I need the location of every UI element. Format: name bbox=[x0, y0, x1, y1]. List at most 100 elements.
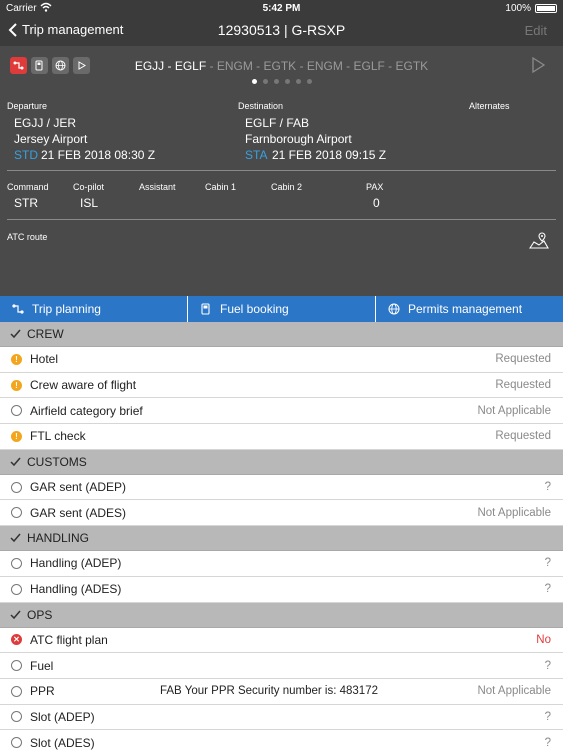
item-label: Handling (ADEP) bbox=[30, 556, 122, 571]
empty-circle-icon bbox=[11, 583, 22, 595]
item-label: Handling (ADES) bbox=[30, 582, 122, 597]
empty-circle-icon bbox=[11, 557, 22, 569]
pax-label: PAX bbox=[366, 182, 384, 192]
next-leg-icon[interactable] bbox=[531, 57, 545, 73]
item-label: GAR sent (ADEP) bbox=[30, 480, 127, 495]
section-title: CUSTOMS bbox=[27, 454, 87, 469]
departure-label: Departure bbox=[7, 101, 48, 111]
item-status: Not Applicable bbox=[477, 685, 551, 698]
page-dot bbox=[262, 79, 268, 84]
tab-label: Fuel booking bbox=[220, 302, 289, 316]
list-item[interactable]: Handling (ADES) ? bbox=[0, 576, 563, 603]
battery-icon bbox=[535, 4, 557, 13]
tab-label: Permits management bbox=[408, 302, 523, 316]
command-label: Command bbox=[7, 182, 49, 192]
trip-header: EGJJ - EGLF - ENGM - EGTK - ENGM - EGLF … bbox=[0, 46, 563, 296]
list-item[interactable]: Airfield category brief Not Applicable bbox=[0, 398, 563, 425]
item-note: FAB Your PPR Security number is: 483172 bbox=[160, 685, 378, 698]
sta-label: STA bbox=[245, 148, 268, 162]
warning-icon: ! bbox=[11, 430, 22, 442]
list-item[interactable]: ✕ ATC flight plan No bbox=[0, 627, 563, 654]
page-indicator[interactable] bbox=[0, 79, 563, 84]
destination-codes: EGLF / FAB bbox=[245, 116, 310, 130]
tab-label: Trip planning bbox=[32, 302, 101, 316]
list-item[interactable]: PPR FAB Your PPR Security number is: 483… bbox=[0, 678, 563, 705]
item-label: FTL check bbox=[30, 429, 86, 444]
empty-circle-icon bbox=[11, 685, 22, 697]
item-label: PPR bbox=[30, 684, 55, 699]
empty-circle-icon bbox=[11, 507, 22, 519]
section-header-handling[interactable]: HANDLING bbox=[0, 526, 563, 552]
page-title: 12930513 | G-RSXP bbox=[217, 22, 346, 38]
item-status: ? bbox=[544, 583, 551, 596]
page-dot bbox=[273, 79, 279, 84]
item-label: Slot (ADEP) bbox=[30, 709, 95, 724]
list-item[interactable]: Fuel ? bbox=[0, 653, 563, 679]
section-header-customs[interactable]: CUSTOMS bbox=[0, 449, 563, 475]
empty-circle-icon bbox=[11, 405, 22, 417]
divider bbox=[7, 219, 556, 220]
empty-circle-icon bbox=[11, 660, 22, 672]
warning-icon: ! bbox=[11, 353, 22, 365]
assistant-label: Assistant bbox=[139, 182, 176, 192]
atc-route-label: ATC route bbox=[7, 232, 48, 242]
checkmark-icon bbox=[10, 533, 21, 543]
map-icon[interactable] bbox=[529, 232, 549, 250]
command-value: STR bbox=[14, 196, 38, 210]
section-header-crew[interactable]: CREW bbox=[0, 322, 563, 347]
tab-bar: Trip planning Fuel booking Permits manag… bbox=[0, 296, 563, 322]
list-item[interactable]: GAR sent (ADEP) ? bbox=[0, 474, 563, 501]
battery-percent: 100% bbox=[505, 3, 531, 14]
error-icon: ✕ bbox=[11, 634, 22, 646]
warning-icon: ! bbox=[11, 379, 22, 391]
checkmark-icon bbox=[10, 457, 21, 466]
departure-airport: Jersey Airport bbox=[14, 132, 88, 146]
page-dot bbox=[295, 79, 301, 84]
list-item[interactable]: ! Crew aware of flight Requested bbox=[0, 372, 563, 399]
page-dot bbox=[306, 79, 312, 84]
route-icon bbox=[12, 304, 24, 314]
tab-trip-planning[interactable]: Trip planning bbox=[0, 296, 188, 322]
tab-permits-management[interactable]: Permits management bbox=[376, 296, 563, 322]
page-dot bbox=[284, 79, 290, 84]
item-status: ? bbox=[544, 710, 551, 723]
empty-circle-icon bbox=[11, 737, 22, 749]
nav-bar: Trip management 12930513 | G-RSXP Edit bbox=[0, 16, 563, 46]
list-item[interactable]: Handling (ADEP) ? bbox=[0, 551, 563, 577]
status-bar: Carrier 5:42 PM 100% bbox=[0, 0, 563, 16]
section-header-ops[interactable]: OPS bbox=[0, 602, 563, 628]
item-status: Requested bbox=[495, 379, 551, 392]
alternates-label: Alternates bbox=[469, 101, 510, 111]
route-legs: EGJJ - EGLF - ENGM - EGTK - ENGM - EGLF … bbox=[0, 59, 563, 73]
remaining-legs: - ENGM - EGTK - ENGM - EGLF - EGTK bbox=[206, 59, 429, 73]
destination-airport: Farnborough Airport bbox=[245, 132, 352, 146]
item-label: ATC flight plan bbox=[30, 632, 108, 647]
checkmark-icon bbox=[10, 329, 21, 339]
departure-time: 21 FEB 2018 08:30 Z bbox=[41, 148, 156, 162]
item-label: GAR sent (ADES) bbox=[30, 505, 127, 520]
current-leg[interactable]: EGJJ - EGLF bbox=[135, 59, 206, 73]
list-item[interactable]: ! Hotel Requested bbox=[0, 347, 563, 373]
list-item[interactable]: GAR sent (ADES) Not Applicable bbox=[0, 500, 563, 527]
list-item[interactable]: ! FTL check Requested bbox=[0, 424, 563, 450]
std-label: STD bbox=[14, 148, 38, 162]
item-status: Requested bbox=[495, 430, 551, 443]
section-title: CREW bbox=[27, 327, 64, 341]
list-item[interactable]: Slot (ADEP) ? bbox=[0, 704, 563, 731]
item-status: ? bbox=[544, 557, 551, 570]
divider bbox=[7, 170, 556, 171]
globe-icon bbox=[388, 303, 400, 315]
copilot-value: ISL bbox=[80, 196, 99, 210]
item-status: Not Applicable bbox=[477, 506, 551, 519]
arrival-time: 21 FEB 2018 09:15 Z bbox=[272, 148, 387, 162]
cabin2-label: Cabin 2 bbox=[271, 182, 303, 192]
empty-circle-icon bbox=[11, 481, 22, 493]
pax-value: 0 bbox=[373, 196, 380, 210]
checkmark-icon bbox=[10, 610, 21, 619]
list-item[interactable]: Slot (ADES) ? bbox=[0, 730, 563, 750]
item-status: Not Applicable bbox=[477, 404, 551, 417]
item-status: ? bbox=[544, 481, 551, 494]
edit-button[interactable]: Edit bbox=[525, 23, 547, 38]
tab-fuel-booking[interactable]: Fuel booking bbox=[188, 296, 376, 322]
item-label: Airfield category brief bbox=[30, 403, 143, 418]
